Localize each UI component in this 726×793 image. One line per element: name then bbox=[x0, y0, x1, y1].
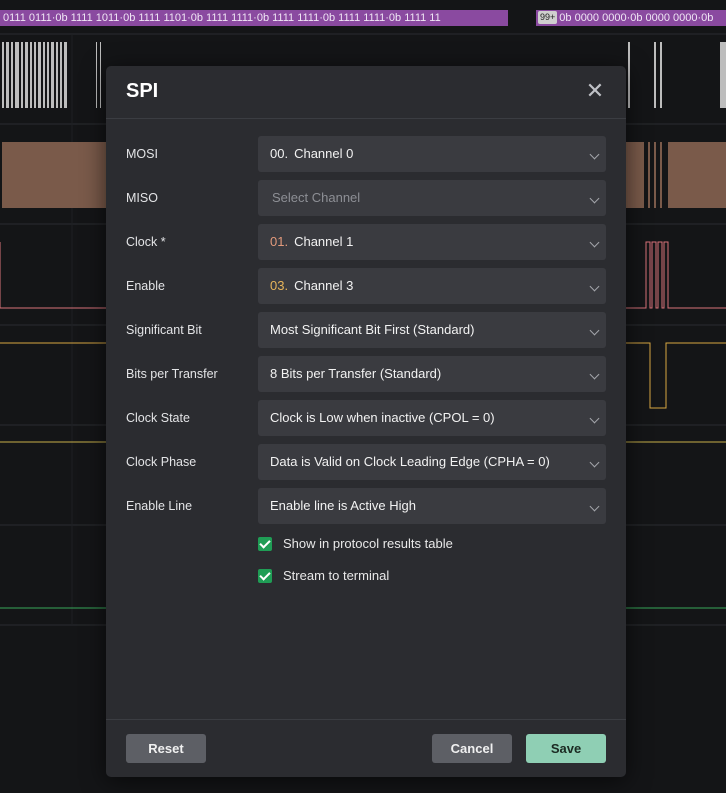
miso-label: MISO bbox=[126, 191, 158, 205]
selected-value: Channel 1 bbox=[294, 234, 354, 249]
dialog-title: SPI bbox=[126, 80, 159, 102]
checkbox-label: Show in protocol results table bbox=[283, 536, 453, 551]
selected-value: Data is Valid on Clock Leading Edge (CPH… bbox=[270, 454, 550, 469]
mosi-row: MOSI 00. Channel 0 bbox=[106, 136, 626, 180]
save-button[interactable]: Save bbox=[526, 734, 606, 763]
enable-row: Enable 03. Channel 3 bbox=[106, 268, 626, 312]
chevron-down-icon bbox=[589, 237, 600, 248]
selected-value: Clock is Low when inactive (CPOL = 0) bbox=[270, 410, 495, 425]
spi-settings-form: MOSI 00. Channel 0 MISO Select Channel Cl… bbox=[106, 136, 626, 583]
bits-per-transfer-select[interactable]: 8 Bits per Transfer (Standard) bbox=[258, 356, 606, 392]
spi-settings-dialog: SPI ✕ MOSI 00. Channel 0 MISO Select Chan… bbox=[106, 66, 626, 777]
selected-value: Enable line is Active High bbox=[270, 498, 416, 513]
chevron-down-icon bbox=[589, 193, 600, 204]
chevron-down-icon bbox=[589, 457, 600, 468]
mosi-label: MOSI bbox=[126, 147, 158, 161]
clock-label: Clock * bbox=[126, 235, 166, 249]
clock-phase-label: Clock Phase bbox=[126, 455, 197, 469]
select-placeholder: Select Channel bbox=[272, 190, 361, 205]
close-icon[interactable]: ✕ bbox=[584, 80, 606, 102]
reset-button[interactable]: Reset bbox=[126, 734, 206, 763]
channel-number: 01. bbox=[270, 234, 289, 249]
checkbox-label: Stream to terminal bbox=[283, 568, 390, 583]
selected-value: Channel 0 bbox=[294, 146, 354, 161]
chevron-down-icon bbox=[589, 413, 600, 424]
selected-value: 8 Bits per Transfer (Standard) bbox=[270, 366, 442, 381]
enable-channel-select[interactable]: 03. Channel 3 bbox=[258, 268, 606, 304]
enable-line-select[interactable]: Enable line is Active High bbox=[258, 488, 606, 524]
significant-bit-label: Significant Bit bbox=[126, 323, 202, 337]
dialog-header: SPI ✕ bbox=[106, 66, 626, 119]
significant-bit-row: Significant Bit Most Significant Bit Fir… bbox=[106, 312, 626, 356]
chevron-down-icon bbox=[589, 281, 600, 292]
chevron-down-icon bbox=[589, 325, 600, 336]
miso-channel-select[interactable]: Select Channel bbox=[258, 180, 606, 216]
miso-row: MISO Select Channel bbox=[106, 180, 626, 224]
clock-state-select[interactable]: Clock is Low when inactive (CPOL = 0) bbox=[258, 400, 606, 436]
bits-per-transfer-label: Bits per Transfer bbox=[126, 367, 218, 381]
enable-line-label: Enable Line bbox=[126, 499, 193, 513]
selected-value: Channel 3 bbox=[294, 278, 354, 293]
clock-state-label: Clock State bbox=[126, 411, 190, 425]
dialog-footer: Reset Cancel Save bbox=[106, 719, 626, 777]
chevron-down-icon bbox=[589, 149, 600, 160]
chevron-down-icon bbox=[589, 369, 600, 380]
stream-to-terminal-checkbox[interactable] bbox=[258, 569, 272, 583]
enable-label: Enable bbox=[126, 279, 165, 293]
selected-value: Most Significant Bit First (Standard) bbox=[270, 322, 475, 337]
bits-per-transfer-row: Bits per Transfer 8 Bits per Transfer (S… bbox=[106, 356, 626, 400]
significant-bit-select[interactable]: Most Significant Bit First (Standard) bbox=[258, 312, 606, 348]
clock-channel-select[interactable]: 01. Channel 1 bbox=[258, 224, 606, 260]
mosi-channel-select[interactable]: 00. Channel 0 bbox=[258, 136, 606, 172]
clock-row: Clock * 01. Channel 1 bbox=[106, 224, 626, 268]
clock-phase-row: Clock Phase Data is Valid on Clock Leadi… bbox=[106, 444, 626, 488]
clock-phase-select[interactable]: Data is Valid on Clock Leading Edge (CPH… bbox=[258, 444, 606, 480]
channel-number: 00. bbox=[270, 146, 289, 161]
show-in-results-checkbox[interactable] bbox=[258, 537, 272, 551]
cancel-button[interactable]: Cancel bbox=[432, 734, 512, 763]
chevron-down-icon bbox=[589, 501, 600, 512]
channel-number: 03. bbox=[270, 278, 289, 293]
clock-state-row: Clock State Clock is Low when inactive (… bbox=[106, 400, 626, 444]
enable-line-row: Enable Line Enable line is Active High bbox=[106, 488, 626, 532]
